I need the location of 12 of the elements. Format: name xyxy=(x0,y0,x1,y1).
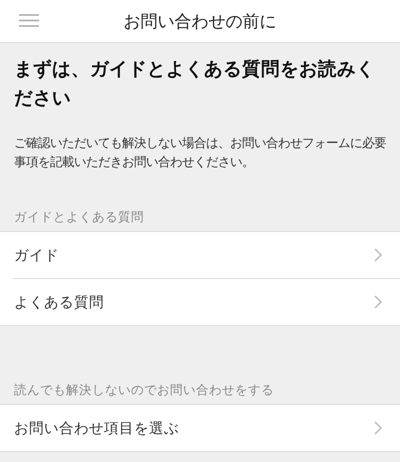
intro-heading: まずは、ガイドとよくある質問をお読みください xyxy=(14,58,376,111)
chevron-right-icon xyxy=(374,421,382,435)
menu-icon[interactable] xyxy=(19,14,39,27)
list-item[interactable]: よくある質問 xyxy=(0,279,400,325)
intro-text: ご確認いただいても解決しない場合は、お問い合わせフォームに必要事項を記載いただきお問い合わせください。 xyxy=(14,134,387,171)
list-item[interactable]: お問い合わせ項目を選ぶ xyxy=(0,405,400,451)
section-header: ガイドとよくある質問 xyxy=(13,209,145,226)
chevron-right-icon xyxy=(374,248,382,262)
chevron-right-icon xyxy=(374,295,382,309)
section-header: 読んでも解決しないのでお問い合わせをする xyxy=(13,382,275,399)
page-title: お問い合わせの前に xyxy=(124,10,276,32)
list-item[interactable]: ガイド xyxy=(0,232,400,278)
